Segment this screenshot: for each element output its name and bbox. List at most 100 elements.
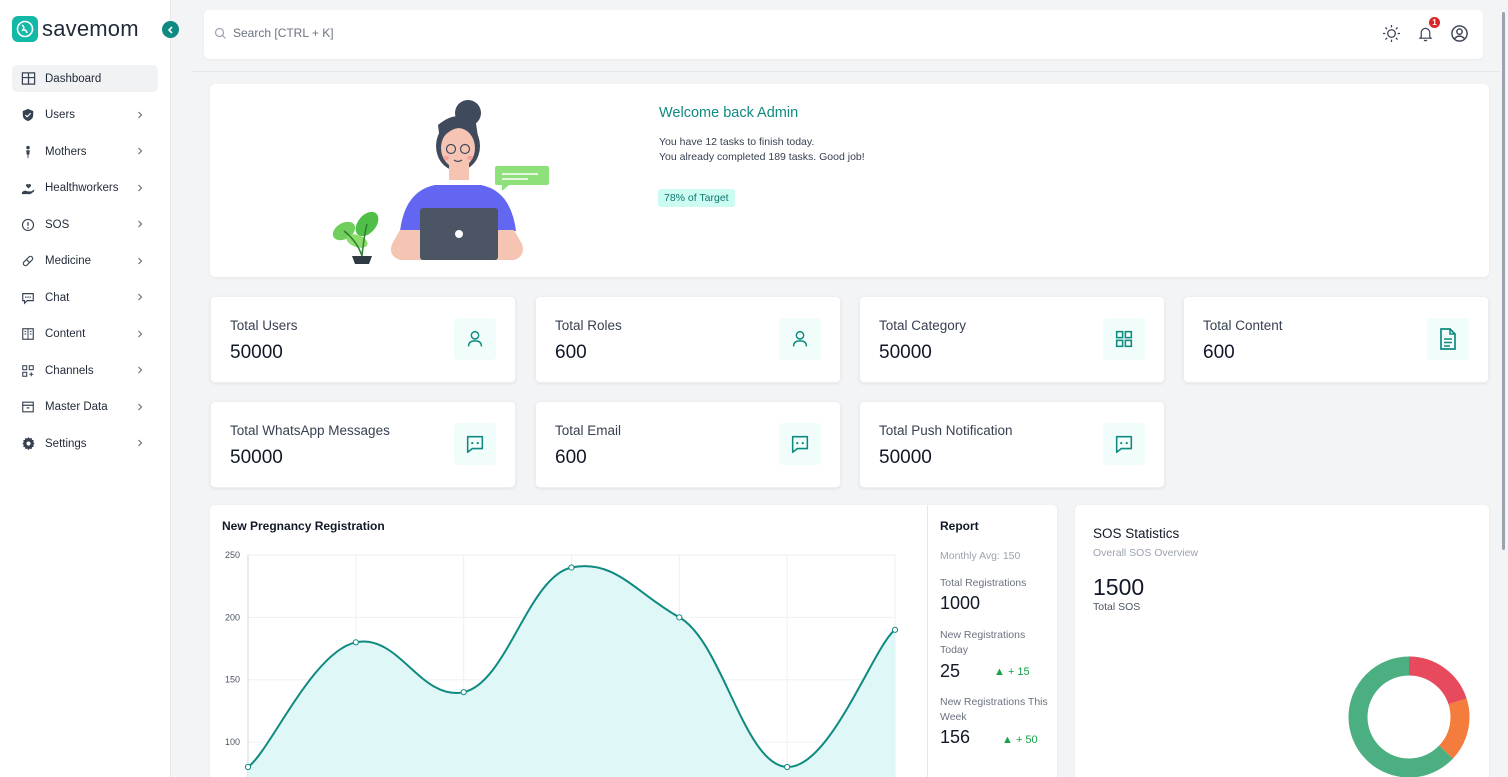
message-icon	[779, 423, 821, 465]
monthly-avg-label: Monthly Avg: 150	[940, 550, 1021, 562]
welcome-card: Welcome back Admin You have 12 tasks to …	[210, 84, 1489, 277]
apps-add-icon	[20, 363, 36, 379]
stat-value: 600	[1203, 342, 1235, 363]
chevron-right-icon	[138, 403, 143, 410]
sidebar-item-label: Medicine	[45, 255, 92, 267]
stat-card-total-push-notification[interactable]: Total Push Notification 50000	[859, 401, 1165, 488]
grid-icon	[1103, 318, 1145, 360]
chat-icon	[20, 290, 36, 306]
chevron-right-icon	[138, 220, 143, 228]
stat-label: Total Content	[1203, 318, 1283, 333]
chart-point	[891, 626, 899, 633]
chart-point	[460, 689, 467, 696]
archive-icon	[20, 399, 36, 415]
search-input[interactable]	[233, 26, 533, 40]
sidebar-nav: Dashboard Users Mothers Healthworkers SOS Med…	[12, 65, 158, 467]
stat-card-total-whatsapp-messages[interactable]: Total WhatsApp Messages 50000	[210, 401, 516, 488]
sidebar-item-label: Content	[45, 328, 86, 340]
today-registrations-delta: ▲ + 15	[994, 666, 1030, 678]
sos-title: SOS Statistics	[1093, 526, 1180, 541]
sidebar-item-label: Chat	[45, 291, 70, 304]
sos-donut-chart	[1348, 656, 1470, 777]
welcome-completed-text: You already completed 189 tasks. Good jo…	[659, 151, 865, 163]
sidebar-item-label: Healthworkers	[45, 182, 119, 194]
notification-badge: 1	[1429, 17, 1440, 28]
sidebar-item-label: Dashboard	[45, 72, 102, 85]
stat-label: Total Roles	[555, 318, 622, 333]
total-registrations-label: Total Registrations	[940, 577, 1027, 589]
welcome-illustration	[332, 100, 549, 264]
stat-card-total-email[interactable]: Total Email 600	[535, 401, 841, 488]
user-icon	[779, 318, 821, 360]
theme-toggle-button[interactable]	[1382, 24, 1401, 43]
sidebar-item-sos[interactable]: SOS	[12, 211, 158, 238]
sidebar-item-users[interactable]: Users	[12, 102, 158, 129]
stat-card-total-category[interactable]: Total Category 50000	[859, 296, 1165, 383]
user-icon	[454, 318, 496, 360]
stat-label: Total Push Notification	[879, 423, 1013, 438]
today-registrations-label: New Registrations Today	[940, 629, 1026, 656]
pregnancy-area-chart: 250 200 150 100	[225, 550, 899, 777]
target-badge: 78% of Target	[658, 189, 735, 207]
message-icon	[1103, 423, 1145, 465]
stat-card-total-content[interactable]: Total Content 600	[1183, 296, 1489, 383]
chart-point	[784, 763, 791, 771]
topbar: 1	[204, 10, 1483, 59]
alert-icon	[20, 217, 36, 233]
chevron-right-icon	[138, 184, 143, 191]
y-tick-label: 200	[225, 612, 240, 622]
stat-label: Total Users	[230, 318, 298, 333]
sidebar-item-content[interactable]: Content	[12, 321, 158, 348]
profile-button[interactable]	[1450, 24, 1469, 43]
sidebar-item-mothers[interactable]: Mothers	[12, 138, 158, 165]
topbar-actions: 1	[1382, 17, 1469, 43]
chevron-right-icon	[138, 147, 143, 155]
welcome-tasks-text: You have 12 tasks to finish today.	[659, 136, 815, 148]
dashboard-icon	[20, 71, 36, 87]
plant-icon	[332, 211, 379, 264]
stat-label: Total Email	[555, 423, 622, 438]
collapse-sidebar-button[interactable]	[162, 21, 179, 38]
report-title: Report	[940, 519, 979, 533]
gear-icon	[20, 436, 36, 452]
user-circle-icon	[1451, 25, 1468, 42]
page-scrollbar[interactable]	[1502, 12, 1505, 550]
stat-label: Total Category	[879, 318, 967, 333]
savemom-logo-icon	[12, 16, 38, 42]
sidebar-item-label: Settings	[45, 437, 87, 450]
sidebar-item-dashboard[interactable]: Dashboard	[12, 65, 158, 92]
header-divider	[192, 71, 1500, 72]
sun-icon	[1382, 24, 1401, 43]
pregnancy-registration-card: New Pregnancy Registration 250 200 150 100 …	[210, 505, 1057, 777]
week-registrations-value: 156	[940, 727, 971, 747]
stat-label: Total WhatsApp Messages	[230, 423, 390, 438]
report-panel: Report Monthly Avg: 150 Total Registrati…	[927, 505, 1057, 777]
chevron-right-icon	[138, 293, 143, 301]
chart-point	[676, 614, 683, 621]
week-registrations-delta: ▲ + 50	[1002, 734, 1038, 746]
document-icon	[1427, 318, 1469, 360]
person-icon	[20, 144, 36, 160]
notifications-button[interactable]: 1	[1416, 17, 1440, 43]
stat-card-total-roles[interactable]: Total Roles 600	[535, 296, 841, 383]
sidebar-item-settings[interactable]: Settings	[12, 430, 158, 457]
sos-total-value: 1500	[1093, 574, 1145, 600]
sidebar-item-label: Users	[45, 109, 76, 121]
chart-title: New Pregnancy Registration	[222, 519, 385, 533]
sidebar-item-label: Master Data	[45, 401, 108, 413]
sidebar-item-channels[interactable]: Channels	[12, 357, 158, 384]
sidebar-item-healthworkers[interactable]: Healthworkers	[12, 175, 158, 202]
hand-heart-icon	[20, 180, 36, 196]
message-icon	[454, 423, 496, 465]
stat-card-total-users[interactable]: Total Users 50000	[210, 296, 516, 383]
stat-value: 50000	[230, 342, 283, 363]
sidebar-item-chat[interactable]: Chat	[12, 284, 158, 311]
brand[interactable]: savemom	[12, 16, 139, 42]
week-registrations-label: New Registrations This Week	[940, 696, 1048, 723]
sidebar-item-master-data[interactable]: Master Data	[12, 394, 158, 421]
chart-area-fill	[248, 566, 895, 777]
sidebar-item-label: SOS	[45, 218, 70, 231]
stat-value: 50000	[879, 447, 932, 468]
sidebar-item-medicine[interactable]: Medicine	[12, 248, 158, 275]
search-bar[interactable]	[214, 26, 533, 40]
